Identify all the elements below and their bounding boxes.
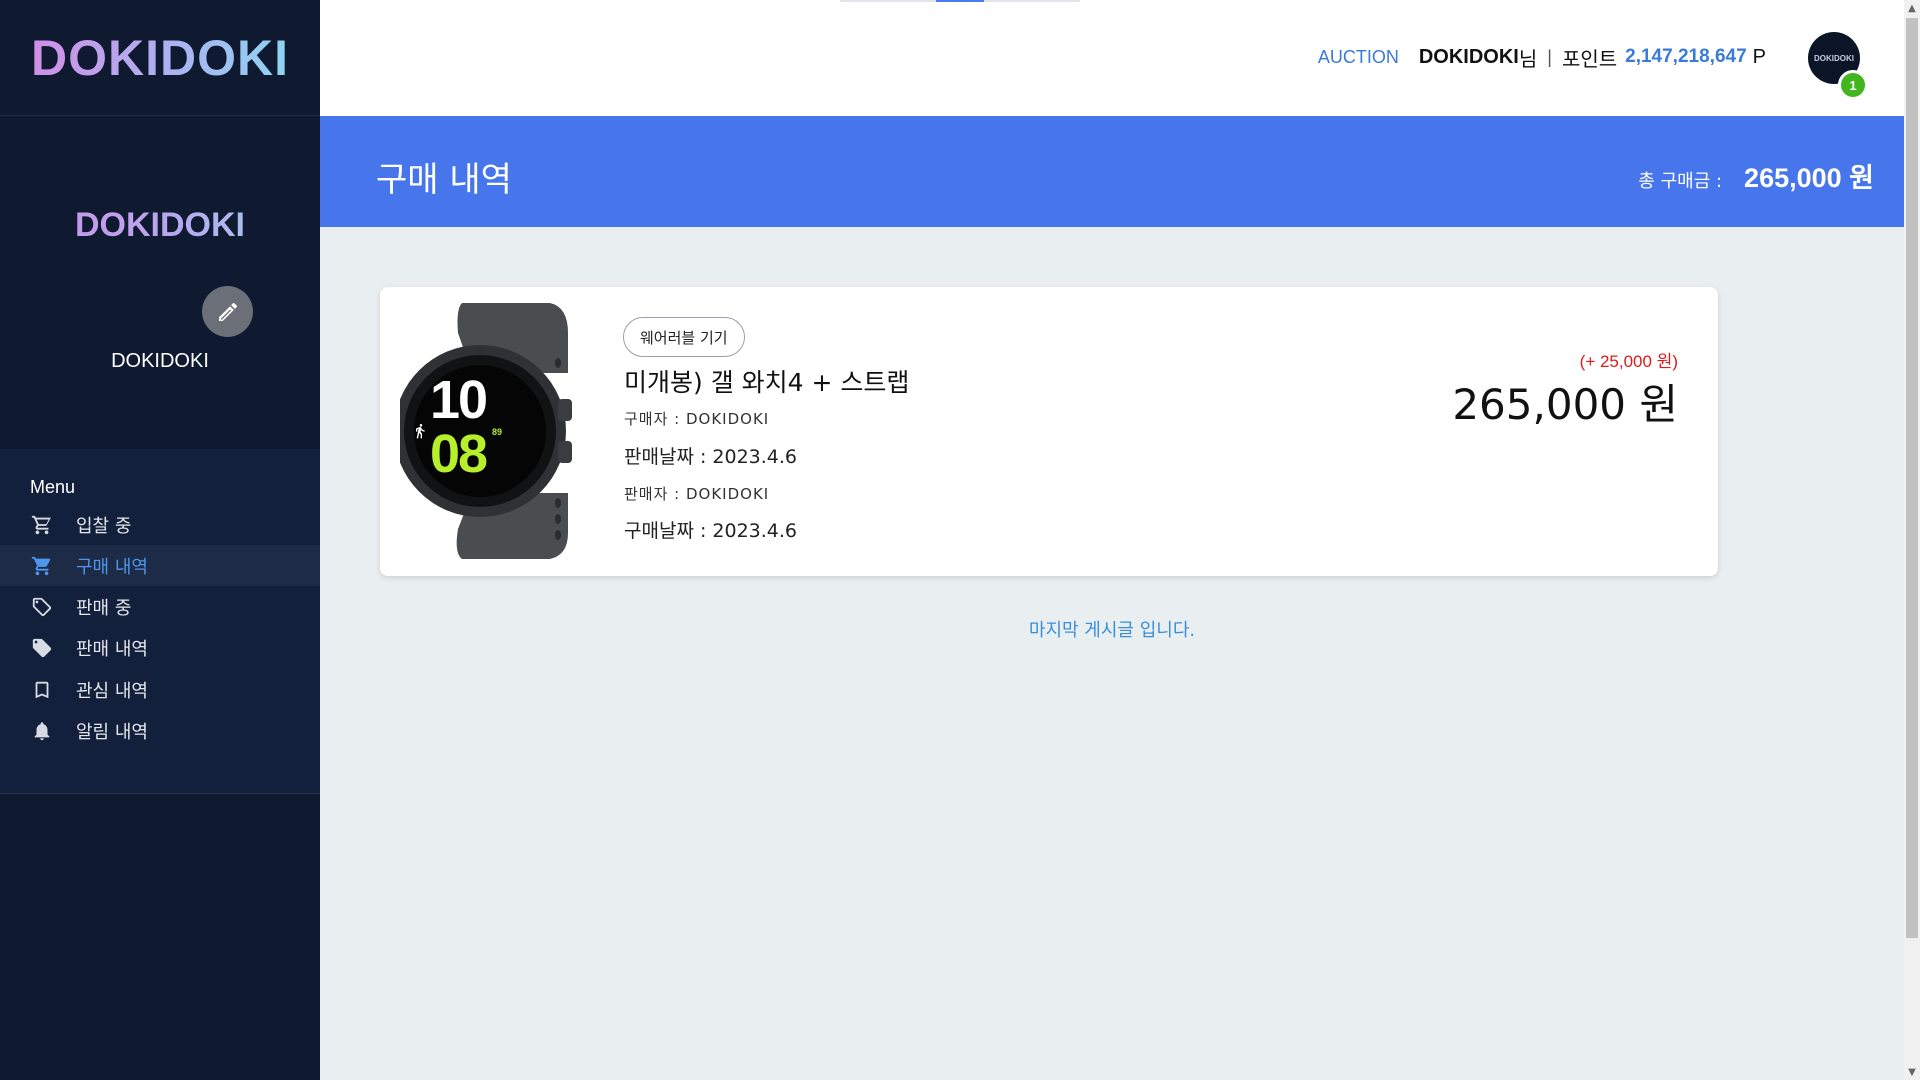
sidebar-item-label: 판매 중 bbox=[76, 597, 132, 619]
top-header: AUCTION DOKIDOKI 님 | 포인트 2,147,218,647 P… bbox=[320, 0, 1904, 116]
sidebar-item-notifications[interactable]: 알림 내역 bbox=[0, 710, 320, 751]
tag-icon bbox=[30, 636, 54, 660]
sidebar-item-label: 입찰 중 bbox=[76, 515, 132, 537]
tab-indicator bbox=[840, 0, 1080, 2]
page-scrollbar[interactable]: ▲ ▼ bbox=[1904, 0, 1920, 1080]
end-of-list-message: 마지막 게시글 입니다. bbox=[1028, 620, 1196, 641]
menu-title: Menu bbox=[30, 477, 76, 497]
product-title[interactable]: 미개봉) 갤 와치4 + 스트랩 bbox=[624, 363, 909, 399]
notification-badge: 1 bbox=[1838, 70, 1868, 100]
sidebar-menu: Menu 입찰 중 구매 내역 판매 중 판매 내역 관심 내역 알림 내역 bbox=[0, 449, 320, 794]
buyer-info: 구매자 : DOKIDOKI bbox=[624, 410, 770, 428]
auction-link[interactable]: AUCTION bbox=[1318, 47, 1399, 68]
scrollbar-thumb[interactable] bbox=[1906, 18, 1918, 938]
page-title: 구매 내역 bbox=[376, 160, 512, 200]
brand-header: DOKIDOKI bbox=[0, 0, 320, 116]
user-name: DOKIDOKI bbox=[1418, 45, 1519, 68]
user-honorific: 님 bbox=[1518, 48, 1538, 71]
pencil-icon bbox=[218, 302, 237, 321]
page-banner: 구매 내역 총 구매금 : 265,000 원 bbox=[320, 116, 1904, 227]
total-purchase-label: 총 구매금 : bbox=[1638, 171, 1723, 192]
sidebar-item-label: 판매 내역 bbox=[76, 638, 148, 660]
brand-logo[interactable]: DOKIDOKI bbox=[31, 29, 289, 87]
cart-icon bbox=[30, 554, 54, 578]
separator: | bbox=[1547, 46, 1552, 67]
purchase-card[interactable]: 10 08 89 웨어러블 기기 미개봉) 갤 와치4 + 스트랩 구매자 : … bbox=[380, 287, 1718, 576]
profile-name: DOKIDOKI bbox=[111, 350, 209, 372]
points-unit: P bbox=[1752, 45, 1766, 68]
purchase-price: 265,000 원 bbox=[1452, 380, 1678, 429]
points-label: 포인트 bbox=[1561, 48, 1618, 71]
cart-outline-icon bbox=[30, 513, 54, 537]
sidebar-item-selling[interactable]: 판매 중 bbox=[0, 586, 320, 627]
tag-outline-icon bbox=[30, 595, 54, 619]
scroll-up-arrow-icon[interactable]: ▲ bbox=[1904, 0, 1920, 16]
profile-title: DOKIDOKI bbox=[0, 206, 320, 245]
purchase-date: 구매날짜 : 2023.4.6 bbox=[624, 520, 798, 542]
tab-indicator-active bbox=[936, 0, 984, 2]
price-difference: (+ 25,000 원) bbox=[1579, 352, 1678, 371]
category-chip[interactable]: 웨어러블 기기 bbox=[623, 317, 745, 357]
watch-small-value: 89 bbox=[492, 427, 503, 437]
sidebar: DOKIDOKI DOKIDOKI DOKIDOKI Menu 입찰 중 구매 … bbox=[0, 0, 320, 1080]
sidebar-item-bidding[interactable]: 입찰 중 bbox=[0, 504, 320, 545]
sidebar-item-purchases[interactable]: 구매 내역 bbox=[0, 545, 320, 586]
sidebar-item-sales[interactable]: 판매 내역 bbox=[0, 627, 320, 668]
sidebar-item-label: 관심 내역 bbox=[76, 680, 148, 702]
running-figure-icon bbox=[412, 423, 428, 443]
watch-hour: 10 bbox=[430, 370, 488, 430]
sidebar-item-label: 알림 내역 bbox=[76, 721, 148, 743]
sidebar-item-wishlist[interactable]: 관심 내역 bbox=[0, 669, 320, 710]
points-value: 2,147,218,647 bbox=[1625, 46, 1747, 67]
scroll-down-arrow-icon[interactable]: ▼ bbox=[1904, 1064, 1920, 1080]
seller-info: 판매자 : DOKIDOKI bbox=[624, 485, 770, 503]
bell-icon bbox=[30, 719, 54, 743]
smartwatch-image[interactable]: 10 08 89 bbox=[394, 303, 600, 559]
edit-profile-button[interactable] bbox=[202, 286, 253, 337]
sale-date: 판매날짜 : 2023.4.6 bbox=[624, 446, 798, 468]
avatar-text: DOKIDOKI bbox=[1814, 53, 1854, 63]
watch-minute: 08 bbox=[430, 424, 488, 484]
total-purchase: 총 구매금 : 265,000 원 bbox=[1638, 156, 1874, 195]
profile-section: DOKIDOKI DOKIDOKI bbox=[0, 116, 320, 448]
header-user-info: AUCTION DOKIDOKI 님 | 포인트 2,147,218,647 P bbox=[1318, 44, 1766, 71]
total-purchase-value: 265,000 원 bbox=[1744, 163, 1874, 193]
bookmark-icon bbox=[30, 678, 54, 702]
sidebar-item-label: 구매 내역 bbox=[76, 556, 148, 578]
